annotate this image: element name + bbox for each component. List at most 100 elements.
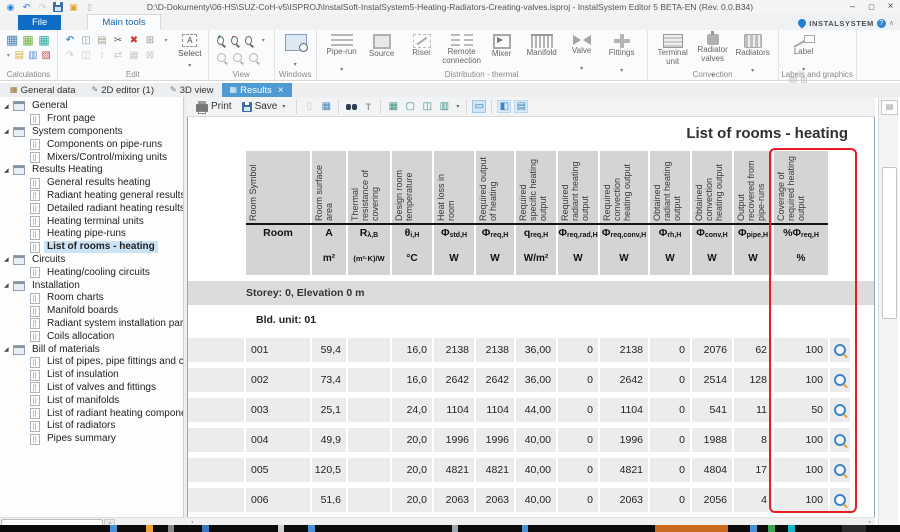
taskbar-app-icon[interactable] [168, 525, 174, 532]
print-button[interactable]: Print [193, 100, 235, 113]
tab-results[interactable]: Results [222, 83, 292, 97]
tab-general-data[interactable]: General data [2, 83, 84, 97]
delete-icon[interactable] [128, 34, 140, 47]
move-horizontal-icon[interactable] [112, 49, 124, 62]
ribbon-button-remote-connection[interactable]: Remote connection [443, 33, 481, 65]
tree-item-coils-allocation[interactable]: Coils allocation [0, 330, 183, 343]
ribbon-button-riser[interactable]: Riser [403, 33, 441, 58]
dropdown-caret[interactable] [259, 33, 268, 48]
paste-icon[interactable] [96, 34, 108, 47]
open-project-icon[interactable] [68, 2, 79, 13]
ribbon-button-mixer[interactable]: Mixer [483, 33, 521, 59]
grid-filled-icon[interactable] [386, 100, 400, 113]
taskbar-active-app[interactable] [655, 525, 728, 532]
collapse-ribbon-icon[interactable]: ∧ [889, 19, 894, 27]
calc-results-icon[interactable] [38, 34, 50, 48]
tree-group-bill-of-materials[interactable]: Bill of materials [0, 343, 183, 356]
taskbar-app-icon[interactable] [768, 525, 775, 532]
tree-item-heating-cooling-circuits[interactable]: Heating/cooling circuits [0, 266, 183, 279]
tree-item-list-of-manifolds[interactable]: List of manifolds [0, 394, 183, 407]
page-icon[interactable] [302, 100, 316, 113]
zoom-icon[interactable] [834, 464, 846, 476]
ribbon-button-valve[interactable]: Valve [563, 33, 601, 75]
tree-group-system-components[interactable]: System components [0, 126, 183, 139]
undo-icon[interactable] [21, 2, 32, 13]
taskbar-app-icon[interactable] [750, 525, 757, 532]
cut-icon[interactable] [112, 34, 124, 47]
tree-item-list-of-rooms-heating[interactable]: List of rooms - heating [0, 241, 183, 254]
new-file-icon[interactable] [84, 2, 95, 13]
expand-arrow-icon[interactable] [4, 346, 13, 353]
horizontal-scrollbar[interactable]: ◂ ▸ [187, 517, 875, 525]
scrollbar-thumb[interactable] [882, 167, 897, 319]
taskbar-app-icon[interactable] [308, 525, 315, 532]
tree-item-radiant-system-installation-parameters[interactable]: Radiant system installation parameters [0, 318, 183, 331]
tree-item-front-page[interactable]: Front page [0, 113, 183, 126]
expand-arrow-icon[interactable] [4, 167, 13, 174]
pan-icon[interactable] [217, 53, 226, 62]
tree-group-general[interactable]: General [0, 100, 183, 113]
find-icon[interactable] [344, 100, 358, 113]
tree-item-list-of-radiators[interactable]: List of radiators [0, 420, 183, 433]
grid-split-icon[interactable] [420, 100, 434, 113]
ribbon-button-source[interactable]: Source [363, 33, 401, 59]
transform-icon[interactable] [144, 34, 156, 47]
sidebar-scrollbar[interactable]: ◂ [0, 517, 184, 525]
tree-item-heating-terminal-units[interactable]: Heating terminal units [0, 215, 183, 228]
redo-icon[interactable] [37, 2, 48, 13]
taskbar-app-icon[interactable] [110, 525, 117, 532]
grid-outline-icon[interactable] [403, 100, 417, 113]
undo-icon[interactable] [64, 34, 76, 47]
tab-main-tools[interactable]: Main tools [87, 14, 160, 30]
copy-icon[interactable] [80, 34, 92, 47]
save-button[interactable]: Save [239, 99, 291, 114]
calc-data-icon[interactable] [15, 49, 24, 62]
taskbar-app-icon[interactable] [788, 525, 795, 532]
tree-item-heating-pipe-runs[interactable]: Heating pipe-runs [0, 228, 183, 241]
tree-item-general-results-heating[interactable]: General results heating [0, 177, 183, 190]
calc-check-icon[interactable] [28, 49, 37, 62]
select-button[interactable]: Select [178, 33, 202, 69]
calc-options-icon[interactable] [22, 34, 34, 48]
taskbar-app-icon[interactable] [146, 525, 153, 532]
zoom-icon[interactable] [834, 494, 846, 506]
calculate-icon[interactable] [6, 33, 18, 48]
zoom-icon[interactable] [834, 404, 846, 416]
expand-arrow-icon[interactable] [4, 282, 13, 289]
dropdown-caret[interactable] [160, 33, 172, 48]
tree-item-pipes-summary[interactable]: Pipes summary [0, 433, 183, 446]
tree-item-manifold-boards[interactable]: Manifold boards [0, 305, 183, 318]
zoom-extents-icon[interactable] [249, 53, 258, 62]
close-button[interactable] [881, 0, 900, 14]
move-vertical-icon[interactable] [96, 49, 108, 62]
zoom-previous-icon[interactable] [233, 53, 242, 62]
font-icon[interactable] [361, 100, 375, 113]
expand-arrow-icon[interactable] [4, 103, 13, 110]
tab-file[interactable]: File [18, 15, 61, 30]
taskbar-tray[interactable] [842, 525, 866, 532]
tree-item-components-on-pipe-runs[interactable]: Components on pipe-runs [0, 138, 183, 151]
expand-arrow-icon[interactable] [4, 128, 13, 135]
tree-item-detailed-radiant-heating-results[interactable]: Detailed radiant heating results [0, 202, 183, 215]
tree-item-list-of-valves-and-fittings[interactable]: List of valves and fittings [0, 382, 183, 395]
help-icon[interactable]: ? [877, 19, 886, 28]
grid-menu-icon[interactable] [437, 100, 451, 113]
zoom-window-icon[interactable] [245, 36, 252, 45]
taskbar-app-icon[interactable] [278, 525, 284, 532]
tree-group-circuits[interactable]: Circuits [0, 254, 183, 267]
tree-group-results-heating[interactable]: Results Heating [0, 164, 183, 177]
page-layout-button[interactable]: ▤ [881, 100, 898, 115]
array-icon[interactable] [128, 49, 140, 62]
pane-wide-icon[interactable] [472, 100, 486, 113]
close-tab-icon[interactable] [278, 85, 284, 96]
taskbar-app-icon[interactable] [202, 525, 209, 532]
crop-icon[interactable] [144, 49, 156, 62]
zoom-icon[interactable] [834, 434, 846, 446]
tree-group-installation[interactable]: Installation [0, 279, 183, 292]
zoom-in-icon[interactable] [217, 36, 224, 45]
ribbon-button-manifold[interactable]: Manifold [523, 33, 561, 58]
tree-item-mixers-control-mixing-units[interactable]: Mixers/Control/mixing units [0, 151, 183, 164]
tab-2d-editor-1[interactable]: 2D editor (1) [84, 83, 163, 97]
zoom-out-icon[interactable] [231, 36, 238, 45]
redo-icon[interactable] [64, 49, 76, 62]
